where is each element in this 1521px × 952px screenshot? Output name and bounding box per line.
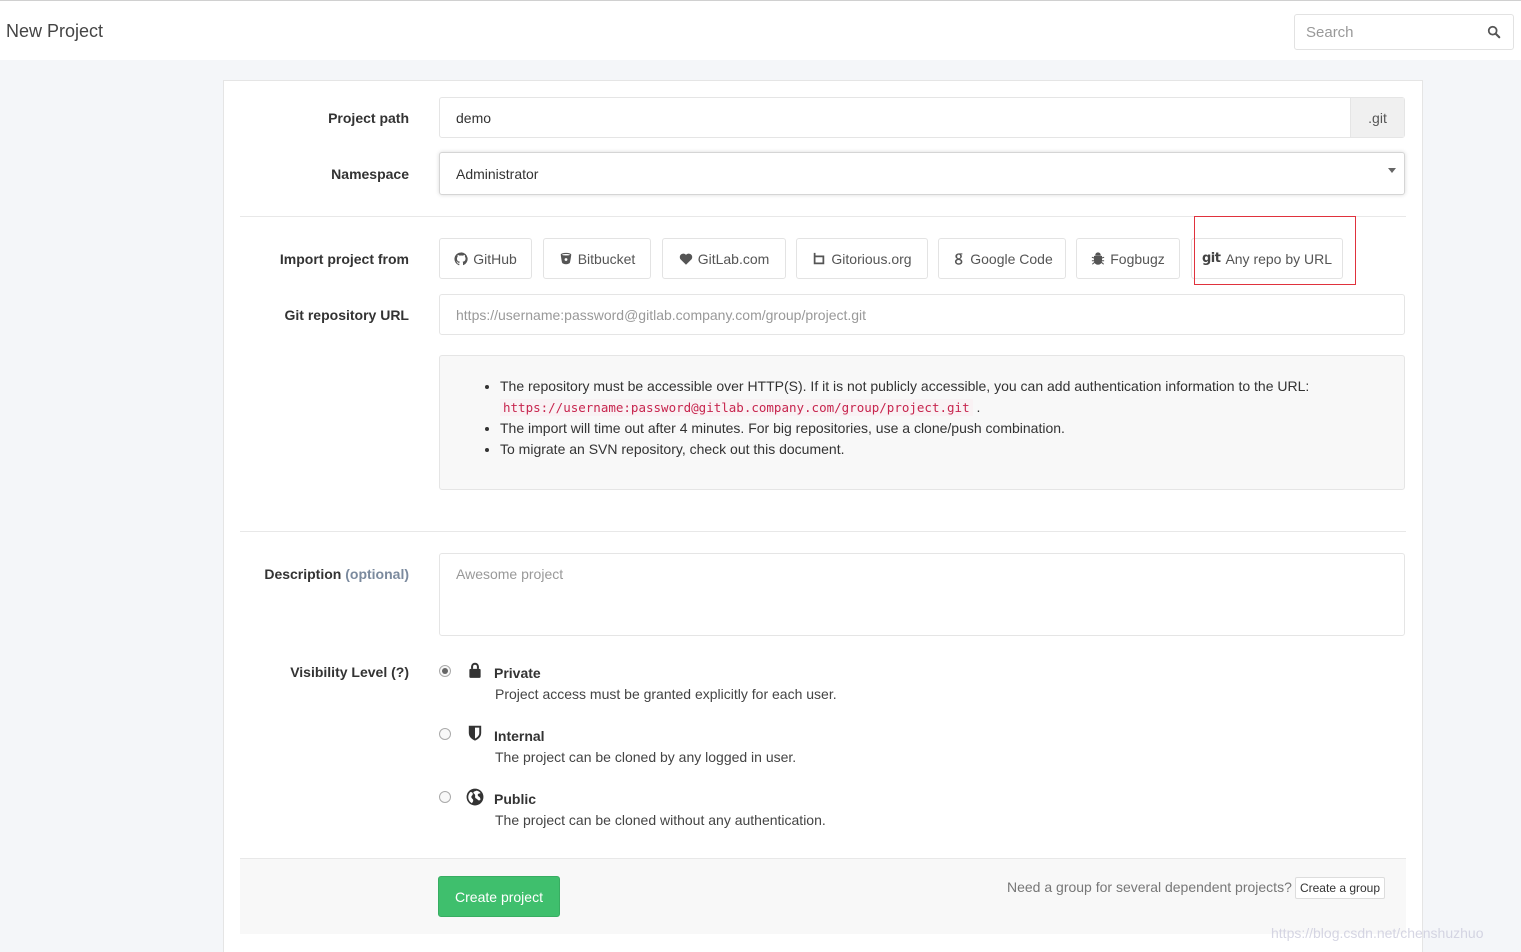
visibility-help[interactable]: (?) <box>391 664 409 680</box>
visibility-public-title: Public <box>494 791 537 807</box>
gitorious-icon <box>814 252 825 264</box>
form-actions <box>240 858 1406 934</box>
create-group-button[interactable]: Create a group <box>1295 877 1385 899</box>
search-icon[interactable] <box>1487 25 1501 39</box>
git-suffix: .git <box>1350 98 1404 137</box>
description-input[interactable] <box>440 554 1404 635</box>
import-fogbugz-button[interactable]: Fogbugz <box>1076 238 1180 279</box>
shield-icon <box>468 725 482 741</box>
divider <box>240 531 1406 532</box>
import-gitorious-label: Gitorious.org <box>831 250 912 267</box>
group-hint: Need a group for several dependent proje… <box>1007 879 1292 895</box>
import-googlecode-button[interactable]: Google Code <box>938 238 1066 279</box>
info-list: The repository must be accessible over H… <box>500 376 1309 460</box>
watermark: https://blog.csdn.net/chenshuzhuo <box>1271 925 1484 941</box>
visibility-internal-title: Internal <box>494 728 545 744</box>
visibility-private-radio[interactable] <box>439 665 451 677</box>
import-googlecode-label: Google Code <box>970 250 1053 267</box>
search-input[interactable] <box>1295 15 1475 49</box>
description-field[interactable] <box>439 553 1405 636</box>
import-bitbucket-label: Bitbucket <box>577 250 636 267</box>
heart-icon <box>679 253 692 265</box>
github-icon <box>454 251 468 265</box>
import-fogbugz-label: Fogbugz <box>1110 250 1165 267</box>
create-project-button[interactable]: Create project <box>438 876 560 917</box>
bitbucket-icon <box>560 252 571 264</box>
git-url-label: Git repository URL <box>284 307 409 323</box>
import-github-button[interactable]: GitHub <box>439 238 532 279</box>
import-gitlab-label: GitLab.com <box>697 250 770 267</box>
git-url-input[interactable] <box>440 295 1404 334</box>
project-path-input[interactable] <box>440 98 1404 137</box>
import-github-label: GitHub <box>473 250 517 267</box>
highlight-box <box>1194 216 1356 285</box>
visibility-private-desc: Project access must be granted explicitl… <box>495 686 837 702</box>
page-title: New Project <box>6 21 104 41</box>
import-gitlab-button[interactable]: GitLab.com <box>662 238 786 279</box>
import-info-box: The repository must be accessible over H… <box>439 355 1405 490</box>
namespace-select[interactable]: Administrator <box>439 152 1405 195</box>
visibility-public-radio[interactable] <box>439 791 451 803</box>
search-box[interactable] <box>1294 14 1514 50</box>
optional-tag: (optional) <box>345 566 409 582</box>
visibility-public-desc: The project can be cloned without any au… <box>495 812 826 828</box>
top-bar: New Project <box>0 0 1521 60</box>
visibility-internal-desc: The project can be cloned by any logged … <box>495 749 797 765</box>
google-icon <box>955 252 963 265</box>
visibility-internal-radio[interactable] <box>439 728 451 740</box>
svn-doc-link[interactable]: this document <box>753 441 840 457</box>
globe-icon <box>466 788 484 806</box>
info-item-access: The repository must be accessible over H… <box>500 376 1309 418</box>
caret-down-icon <box>1388 168 1396 173</box>
import-label: Import project from <box>279 251 409 267</box>
visibility-private-title: Private <box>494 665 541 681</box>
import-bitbucket-button[interactable]: Bitbucket <box>543 238 651 279</box>
lock-icon <box>469 662 481 678</box>
project-path-field[interactable]: .git <box>439 97 1405 138</box>
info-item-timeout: The import will time out after 4 minutes… <box>500 418 1309 439</box>
description-label: Description (optional) <box>264 566 409 582</box>
info-item-svn: To migrate an SVN repository, check out … <box>500 439 1309 460</box>
import-gitorious-button[interactable]: Gitorious.org <box>796 238 928 279</box>
namespace-label: Namespace <box>331 166 409 182</box>
url-code: https://username:password@gitlab.company… <box>500 399 973 416</box>
project-path-label: Project path <box>328 110 409 126</box>
git-url-field[interactable] <box>439 294 1405 335</box>
visibility-label: Visibility Level (?) <box>290 664 409 680</box>
namespace-selected: Administrator <box>456 165 539 182</box>
bug-icon <box>1091 251 1105 265</box>
